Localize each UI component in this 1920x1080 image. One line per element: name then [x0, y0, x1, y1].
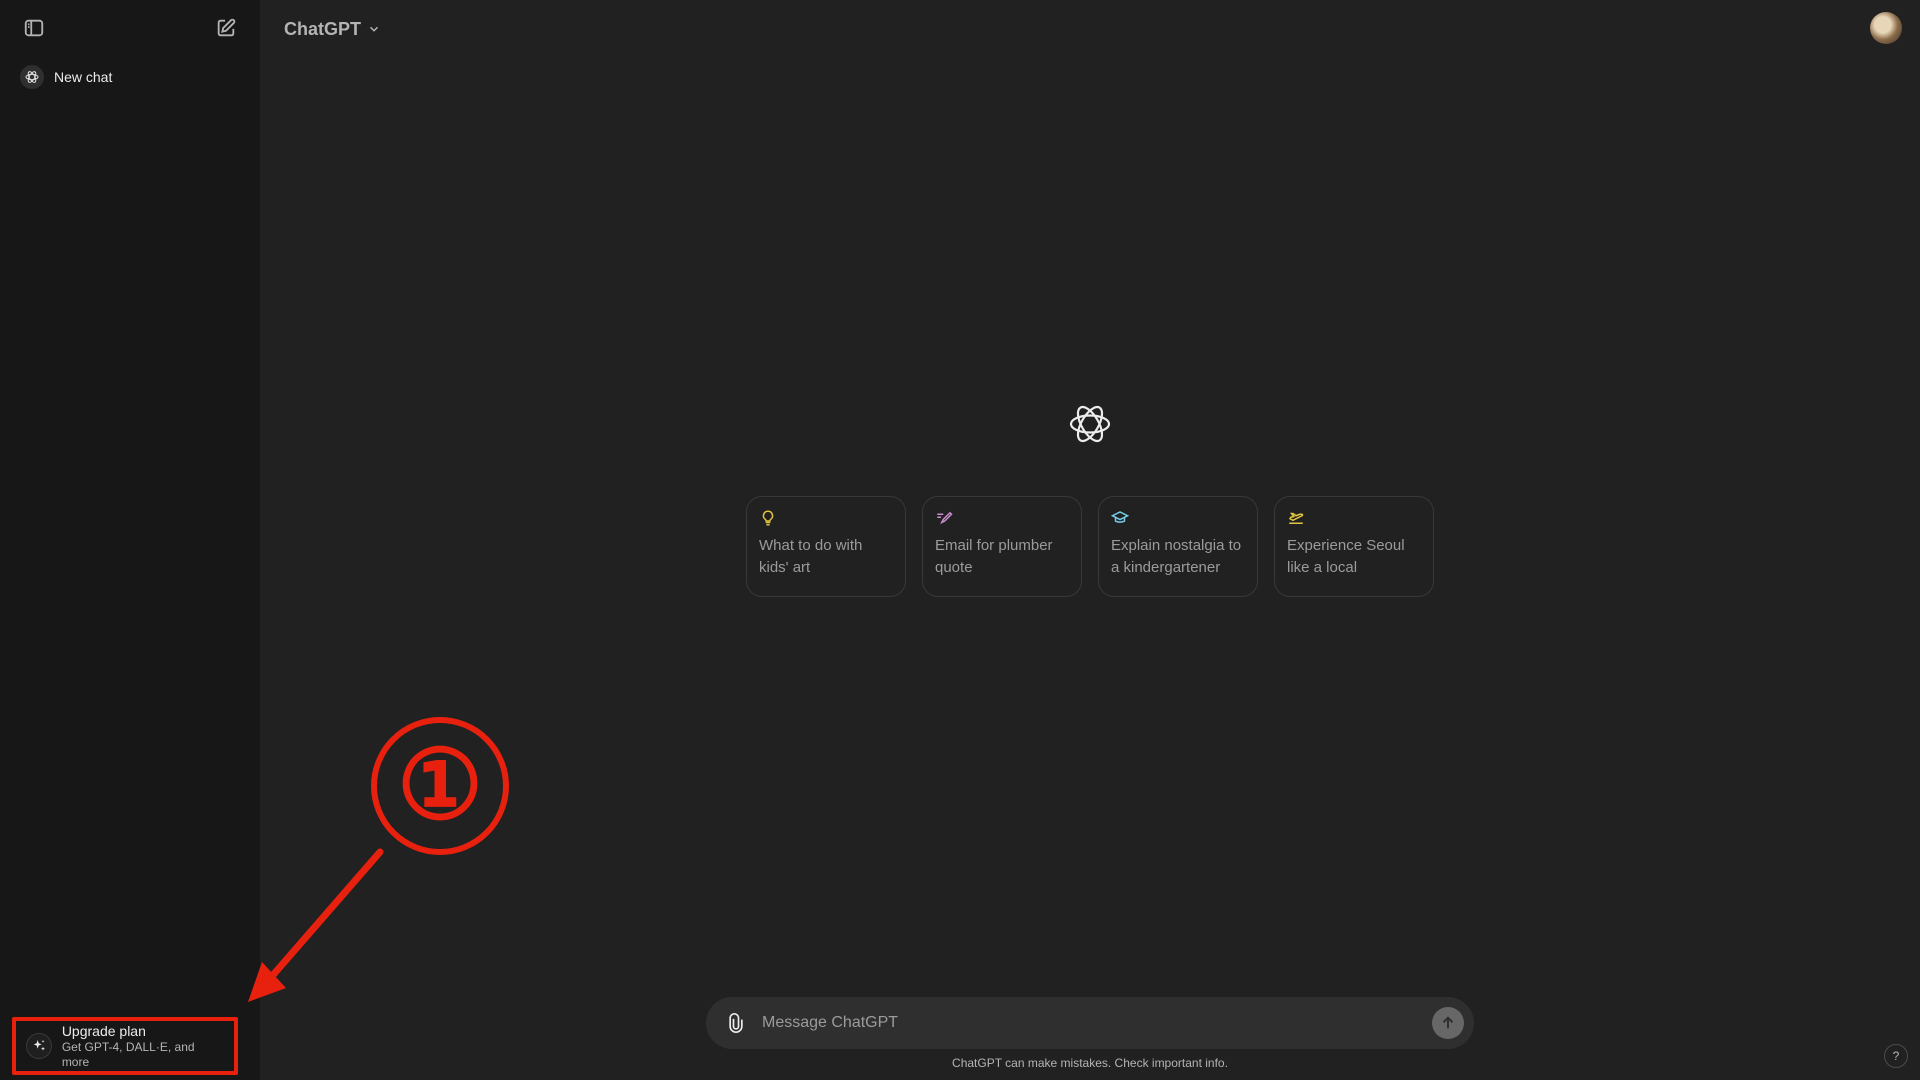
chevron-down-icon [370, 26, 379, 32]
message-input[interactable] [762, 1014, 1432, 1032]
disclaimer: ChatGPT can make mistakes. Check importa… [952, 1056, 1228, 1070]
suggestion-cards: What to do with kids' art Email for plum… [746, 496, 1434, 597]
suggestion-card[interactable]: What to do with kids' art [746, 496, 906, 597]
model-selector[interactable]: ChatGPT [284, 14, 381, 44]
chatgpt-logo-icon [1069, 405, 1111, 443]
sidebar-toggle-icon [24, 19, 44, 37]
graduation-cap-icon [1110, 509, 1245, 529]
annotation-arrow [256, 848, 384, 994]
edit-icon [217, 18, 236, 37]
toggle-sidebar-button[interactable] [16, 10, 52, 46]
lightbulb-icon [759, 509, 893, 529]
suggestion-text: What to do with kids' art [759, 537, 863, 576]
sparkles-icon [26, 1033, 52, 1059]
suggestion-text: Email for plumber quote [935, 537, 1053, 576]
new-chat-button[interactable]: New chat [10, 60, 250, 94]
upgrade-plan-button[interactable]: Upgrade plan Get GPT-4, DALL·E, and more [12, 1017, 238, 1075]
message-composer [706, 997, 1474, 1049]
chatgpt-logo-icon [20, 65, 44, 89]
airplane-icon [1287, 509, 1421, 529]
pen-icon [935, 509, 1069, 529]
suggestion-text: Explain nostalgia to a kindergartener [1111, 537, 1242, 576]
upgrade-subtitle: Get GPT-4, DALL·E, and more [61, 1039, 195, 1069]
paperclip-icon [729, 1013, 743, 1033]
send-button[interactable] [1432, 1007, 1464, 1039]
suggestion-card[interactable]: Experience Seoul like a local [1274, 496, 1434, 597]
new-chat-label: New chat [54, 69, 113, 85]
arrow-up-icon [1442, 1016, 1454, 1029]
annotation-circle [371, 717, 509, 855]
sidebar: New chat Upgrade plan Get GPT-4, DALL·E,… [0, 0, 260, 1080]
upgrade-title: Upgrade plan [61, 1022, 146, 1039]
upgrade-text: Upgrade plan Get GPT-4, DALL·E, and more [62, 1023, 224, 1070]
suggestion-text: Experience Seoul like a local [1287, 537, 1405, 576]
help-button[interactable]: ? [1884, 1044, 1908, 1068]
model-name: ChatGPT [284, 18, 362, 39]
attach-button[interactable] [722, 1009, 750, 1037]
suggestion-card[interactable]: Explain nostalgia to a kindergartener [1098, 496, 1258, 597]
annotation-overlay: ① [248, 717, 509, 1002]
avatar[interactable] [1870, 12, 1902, 44]
suggestion-card[interactable]: Email for plumber quote [922, 496, 1082, 597]
annotation-step-number: ① [397, 732, 483, 839]
new-chat-edit-button[interactable] [208, 10, 244, 46]
